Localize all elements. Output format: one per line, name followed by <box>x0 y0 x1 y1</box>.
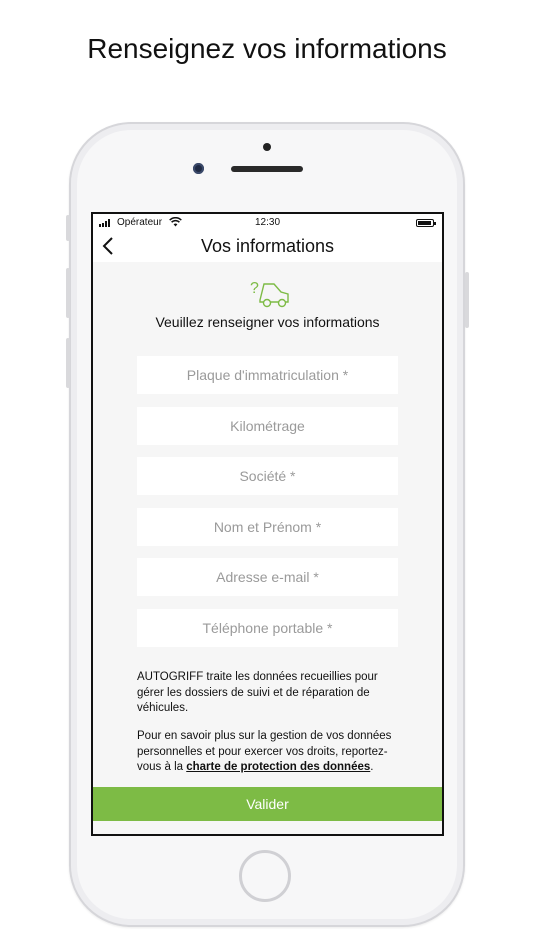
phone-sensor <box>263 143 271 151</box>
data-processing-notice: AUTOGRIFF traite les données recueillies… <box>137 671 378 714</box>
nav-bar: Vos informations <box>93 232 442 262</box>
data-rights-notice: Pour en savoir plus sur la gestion de vo… <box>137 729 399 776</box>
phone-side-button <box>66 215 70 241</box>
question-mark-glyph: ? <box>250 280 259 297</box>
mileage-input[interactable] <box>137 407 398 445</box>
phone-volume-up <box>66 268 70 318</box>
status-time: 12:30 <box>254 217 281 228</box>
car-question-icon: ? <box>250 280 289 308</box>
form-subtitle: Veuillez renseigner vos informations <box>155 314 380 330</box>
email-input[interactable] <box>137 558 398 596</box>
form-content: ? Veuillez renseigner vos informations A… <box>93 262 442 834</box>
page-headline: Renseignez vos informations <box>87 33 447 64</box>
battery-icon <box>416 219 436 227</box>
status-bar: Opérateur 12:30 <box>93 214 442 232</box>
phone-power-button <box>465 272 469 328</box>
data-rights-suffix: . <box>370 761 374 773</box>
mobile-phone-input[interactable] <box>137 609 398 647</box>
phone-camera <box>193 163 204 174</box>
phone-volume-down <box>66 338 70 388</box>
phone-screen: Opérateur 12:30 Vos informations ? Veuil <box>91 212 444 836</box>
license-plate-input[interactable] <box>137 356 398 394</box>
app-screen: Opérateur 12:30 Vos informations ? Veuil <box>93 214 442 834</box>
phone-speaker <box>231 166 303 172</box>
nav-title: Vos informations <box>200 236 335 256</box>
phone-home-button[interactable] <box>239 850 291 902</box>
company-input[interactable] <box>137 457 398 495</box>
full-name-input[interactable] <box>137 508 398 546</box>
submit-button[interactable]: Valider <box>93 787 442 821</box>
data-protection-charter-link[interactable]: charte de protection des données <box>186 761 370 773</box>
